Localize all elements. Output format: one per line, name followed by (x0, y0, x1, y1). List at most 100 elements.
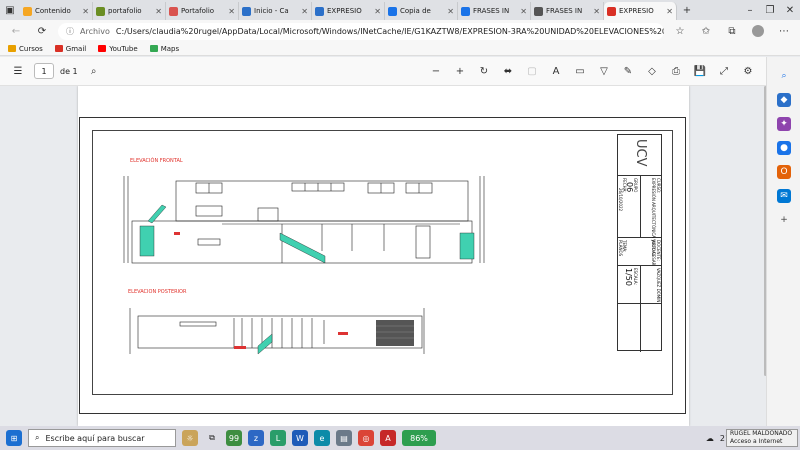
tab-title: Contenido (35, 7, 71, 15)
tab-1[interactable]: portafolio ✕ (93, 2, 166, 20)
task-view-icon[interactable]: ⧉ (204, 430, 220, 446)
bookmark-0[interactable]: Cursos (8, 45, 43, 53)
star-icon[interactable]: ☆ (670, 21, 690, 41)
tab-favicon-icon (23, 6, 32, 16)
edge-icon[interactable]: e (314, 430, 330, 446)
word-icon[interactable]: W (292, 430, 308, 446)
info-icon[interactable]: ⓘ (66, 26, 74, 37)
tab-favicon-icon (388, 6, 397, 16)
outlook-icon[interactable]: ✉ (777, 189, 791, 203)
tab-close-icon[interactable]: ✕ (228, 7, 235, 16)
tab-close-icon[interactable]: ✕ (666, 7, 673, 16)
news-widget-icon[interactable]: ☼ (182, 430, 198, 446)
collections-icon[interactable]: ⧉ (722, 21, 742, 41)
ucv-logo: UCV (633, 139, 648, 167)
front-elevation-drawing (123, 176, 485, 264)
bookmark-3[interactable]: Maps (149, 45, 179, 53)
add-sidebar-icon[interactable]: + (777, 213, 791, 227)
chrome-icon[interactable]: ◎ (358, 430, 374, 446)
app-l-icon[interactable]: L (270, 430, 286, 446)
maximize-icon[interactable]: ❐ (760, 0, 780, 20)
expand-icon[interactable]: ⤢ (714, 61, 734, 81)
network-tooltip: RUGEL MALDONADO Acceso a Internet (726, 429, 798, 447)
save-icon[interactable]: 💾 (690, 61, 710, 81)
page-count: de 1 (60, 66, 78, 76)
back-icon[interactable]: ← (6, 21, 26, 41)
tab-0[interactable]: Contenido ✕ (20, 2, 93, 20)
start-icon[interactable]: ⊞ (6, 430, 22, 446)
tools-icon[interactable]: ✦ (777, 117, 791, 131)
window-controls: – ❐ ✕ (740, 0, 800, 20)
tab-favicon-icon (315, 6, 324, 16)
taskbar: ⊞ ⌕ Escribe aquí para buscar ☼ ⧉ 99 z L … (0, 426, 800, 450)
office-icon[interactable]: O (777, 165, 791, 179)
tab-5[interactable]: Copia de ✕ (385, 2, 458, 20)
search-icon[interactable]: ⌕ (84, 61, 104, 81)
contents-icon[interactable]: ☰ (8, 61, 28, 81)
tab-close-icon[interactable]: ✕ (593, 7, 600, 16)
refresh-icon[interactable]: ⟳ (32, 21, 52, 41)
weather-icon[interactable]: ☁ (706, 434, 714, 443)
pdf-viewer: ELEVACIÓN FRONTAL ELEVACION POSTERIOR UC… (0, 86, 766, 426)
zoom-app-icon[interactable]: z (248, 430, 264, 446)
settings-icon[interactable]: ⚙ (738, 61, 758, 81)
tab-favicon-icon (607, 6, 616, 16)
page-view-icon[interactable]: ▢ (522, 61, 542, 81)
fit-page-icon[interactable]: ⬌ (498, 61, 518, 81)
page-number-input[interactable]: 1 (34, 63, 54, 79)
rotate-icon[interactable]: ↻ (474, 61, 494, 81)
tab-title: Portafolio (181, 7, 215, 15)
close-window-icon[interactable]: ✕ (780, 0, 800, 20)
tab-3[interactable]: Inicio - Ca ✕ (239, 2, 312, 20)
tab-actions-icon[interactable]: ▣ (0, 0, 20, 20)
tab-6[interactable]: FRASES IN ✕ (458, 2, 531, 20)
tab-title: FRASES IN (546, 7, 583, 15)
bookmark-2[interactable]: YouTube (98, 45, 138, 53)
tab-close-icon[interactable]: ✕ (520, 7, 527, 16)
curso-label: CURSO: (656, 178, 661, 194)
more-menu-icon[interactable]: ⋯ (774, 21, 794, 41)
bookmark-1[interactable]: Gmail (54, 45, 86, 53)
pdf-toolbar: ☰ 1 de 1 ⌕ − + ↻ ⬌ ▢ A ▭ ▽ ✎ ◇ ⎙ 💾 ⤢ ⚙ (0, 57, 766, 86)
tab-7[interactable]: FRASES IN ✕ (531, 2, 604, 20)
rear-elevation-label: ELEVACION POSTERIOR (128, 289, 187, 295)
tab-title: Copia de (400, 7, 431, 15)
shopping-icon[interactable]: ◆ (777, 93, 791, 107)
pdf-page: ELEVACIÓN FRONTAL ELEVACION POSTERIOR UC… (78, 86, 689, 426)
url-text: C:/Users/claudia%20rugel/AppData/Local/M… (115, 26, 664, 36)
tab-favicon-icon (461, 6, 470, 16)
app-99-icon[interactable]: 99 (226, 430, 242, 446)
tab-strip: ▣ Contenido ✕ portafolio ✕ Portafolio ✕ Inicio… (0, 0, 800, 20)
tab-close-icon[interactable]: ✕ (447, 7, 454, 16)
autor-value: VAZQUEZ DOMIN (656, 268, 661, 303)
profile-avatar[interactable] (748, 21, 768, 41)
acrobat-icon[interactable]: A (380, 430, 396, 446)
file-label: Archivo (80, 26, 110, 36)
text-icon[interactable]: ▭ (570, 61, 590, 81)
tab-4[interactable]: EXPRESIÓ ✕ (312, 2, 385, 20)
tab-close-icon[interactable]: ✕ (155, 7, 162, 16)
battery-indicator[interactable]: 86% (402, 430, 436, 446)
erase-icon[interactable]: ◇ (642, 61, 662, 81)
draw-icon[interactable]: ▽ (594, 61, 614, 81)
games-icon[interactable]: ● (777, 141, 791, 155)
bookmarks-bar: Cursos Gmail YouTube Maps (0, 42, 800, 56)
search-sidebar-icon[interactable]: ⌕ (777, 69, 791, 83)
tab-8[interactable]: EXPRESIÓ ✕ (604, 2, 677, 20)
favorites-icon[interactable]: ✩ (696, 21, 716, 41)
highlight-icon[interactable]: ✎ (618, 61, 638, 81)
new-tab-button[interactable]: + (677, 0, 697, 20)
zoom-out-icon[interactable]: − (426, 61, 446, 81)
zoom-in-icon[interactable]: + (450, 61, 470, 81)
tab-favicon-icon (96, 6, 105, 16)
tab-close-icon[interactable]: ✕ (82, 7, 89, 16)
tab-close-icon[interactable]: ✕ (301, 7, 308, 16)
file-explorer-icon[interactable]: ▤ (336, 430, 352, 446)
read-aloud-icon[interactable]: A (546, 61, 566, 81)
tab-2[interactable]: Portafolio ✕ (166, 2, 239, 20)
tab-close-icon[interactable]: ✕ (374, 7, 381, 16)
print-icon[interactable]: ⎙ (666, 61, 686, 81)
minimize-icon[interactable]: – (740, 0, 760, 20)
url-field[interactable]: ⓘ Archivo C:/Users/claudia%20rugel/AppDa… (58, 22, 664, 40)
taskbar-search[interactable]: ⌕ Escribe aquí para buscar (28, 429, 176, 447)
